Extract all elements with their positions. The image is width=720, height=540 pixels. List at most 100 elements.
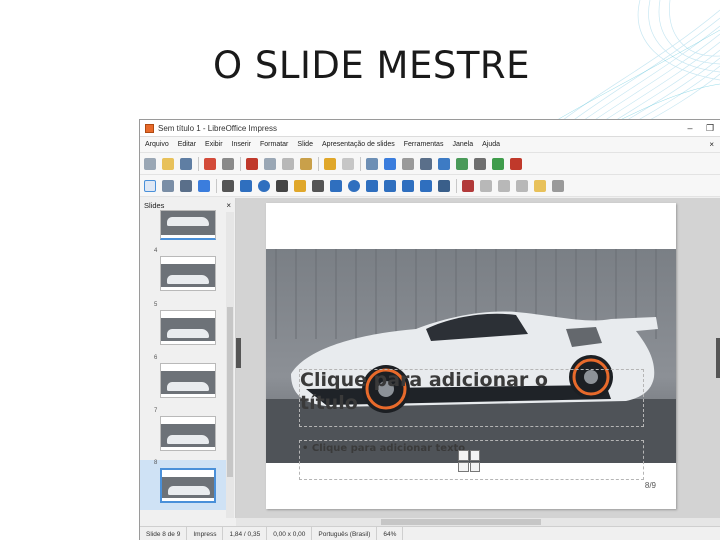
insert-table-icon[interactable] [458, 450, 469, 461]
spelling-icon[interactable] [384, 157, 396, 170]
image-icon[interactable] [438, 157, 450, 170]
copy-icon[interactable] [264, 157, 276, 170]
undo-icon[interactable] [324, 157, 336, 170]
scrollbar-thumb[interactable] [381, 519, 541, 525]
find-replace-icon[interactable] [366, 157, 378, 170]
close-panel-icon[interactable]: × [226, 201, 231, 210]
menu-tools[interactable]: Ferramentas [404, 141, 444, 148]
maximize-button[interactable]: ❐ [700, 123, 720, 134]
zoom-icon[interactable] [162, 179, 174, 192]
menu-format[interactable]: Formatar [260, 141, 288, 148]
cut-icon[interactable] [246, 157, 258, 170]
rotate-icon[interactable] [462, 179, 474, 192]
status-size: 0,00 x 0,00 [267, 527, 313, 540]
libreoffice-impress-window: Sem título 1 - LibreOffice Impress – ❐ A… [139, 119, 720, 540]
slide-thumbnail[interactable]: 4 [140, 248, 226, 298]
status-layout: Impress [187, 527, 224, 540]
line-icon[interactable] [222, 179, 234, 192]
basic-shapes-icon[interactable] [330, 179, 342, 192]
window-title: Sem título 1 - LibreOffice Impress [158, 123, 278, 133]
record-icon[interactable] [510, 157, 522, 170]
fill-color-icon[interactable] [198, 179, 210, 192]
status-language[interactable]: Português (Brasil) [312, 527, 378, 540]
status-position: 1,84 / 0,35 [223, 527, 268, 540]
arrow-line-icon[interactable] [276, 179, 288, 192]
insert-video-icon[interactable] [469, 461, 480, 472]
textbox-icon[interactable] [474, 157, 486, 170]
slide-title: O SLIDE MESTRE [213, 44, 531, 87]
block-arrows-icon[interactable] [366, 179, 378, 192]
menu-slide[interactable]: Slide [297, 141, 313, 148]
toolbar-separator [198, 156, 199, 171]
slide-number: 8/9 [644, 481, 656, 490]
toolbar-separator [318, 156, 319, 171]
insert-image-icon[interactable] [458, 461, 469, 472]
menu-view[interactable]: Exibir [205, 141, 223, 148]
insert-chart-icon[interactable] [469, 450, 480, 461]
rectangle-icon[interactable] [240, 179, 252, 192]
scrollbar-thumb[interactable] [227, 307, 233, 477]
toolbar-separator [456, 178, 457, 193]
grid-icon[interactable] [402, 157, 414, 170]
title-placeholder-text[interactable]: Clique para adicionar o título [300, 369, 600, 415]
curve-icon[interactable] [294, 179, 306, 192]
insert-object-icons[interactable] [458, 450, 480, 472]
menu-slideshow[interactable]: Apresentação de slides [322, 141, 395, 148]
ellipse-icon[interactable] [258, 179, 270, 192]
new-icon[interactable] [144, 157, 156, 170]
slide-thumbnail[interactable] [140, 198, 226, 248]
connector-icon[interactable] [312, 179, 324, 192]
collapse-sidebar-handle[interactable] [716, 338, 720, 378]
slide-thumbnail[interactable]: 6 [140, 355, 226, 405]
slide-preview [160, 310, 216, 345]
crop-icon[interactable] [552, 179, 564, 192]
slide-canvas[interactable]: Clique para adicionar o título • Clique … [266, 203, 676, 509]
sports-car-photo [266, 249, 676, 463]
clone-formatting-icon[interactable] [300, 157, 312, 170]
menu-insert[interactable]: Inserir [232, 141, 251, 148]
slide-preview [160, 416, 216, 451]
arrange-icon[interactable] [498, 179, 510, 192]
menu-file[interactable]: Arquivo [145, 141, 169, 148]
stars-icon[interactable] [420, 179, 432, 192]
media-icon[interactable] [492, 157, 504, 170]
select-arrow-icon[interactable] [144, 179, 156, 192]
table-icon[interactable] [420, 157, 432, 170]
print-icon[interactable] [222, 157, 234, 170]
slide-thumbnail-number: 7 [154, 408, 158, 414]
menu-help[interactable]: Ajuda [482, 141, 500, 148]
paste-icon[interactable] [282, 157, 294, 170]
drawing-toolbar [140, 175, 720, 197]
align-icon[interactable] [480, 179, 492, 192]
content-placeholder-text[interactable]: • Clique para adicionar texto [302, 443, 465, 454]
close-document-icon[interactable]: × [709, 140, 714, 149]
menu-window[interactable]: Janela [452, 141, 473, 148]
text-icon[interactable] [180, 179, 192, 192]
window-controls: – ❐ [680, 123, 720, 134]
export-pdf-icon[interactable] [204, 157, 216, 170]
standard-toolbar [140, 153, 720, 175]
minimize-button[interactable]: – [680, 123, 700, 134]
slide-edit-area: Clique para adicionar o título • Clique … [236, 198, 720, 518]
chart-icon[interactable] [456, 157, 468, 170]
impress-app-icon [145, 123, 154, 133]
slide-thumbnail-selected[interactable]: 8 [140, 460, 226, 510]
slide-thumbnail[interactable]: 5 [140, 302, 226, 352]
horizontal-scrollbar[interactable] [236, 518, 720, 526]
open-folder-icon[interactable] [162, 157, 174, 170]
slide-thumbnail[interactable]: 7 [140, 408, 226, 458]
save-icon[interactable] [180, 157, 192, 170]
status-bar: Slide 8 de 9 Impress 1,84 / 0,35 0,00 x … [140, 526, 720, 540]
collapse-left-panel-handle[interactable] [236, 338, 241, 368]
symbol-shapes-icon[interactable] [348, 179, 360, 192]
redo-icon[interactable] [342, 157, 354, 170]
menu-edit[interactable]: Editar [178, 141, 196, 148]
status-zoom[interactable]: 64% [377, 527, 404, 540]
3d-objects-icon[interactable] [438, 179, 450, 192]
slides-panel-scrollbar[interactable] [226, 212, 234, 518]
flowchart-icon[interactable] [384, 179, 396, 192]
shadow-icon[interactable] [534, 179, 546, 192]
callouts-icon[interactable] [402, 179, 414, 192]
presentation-slide: O SLIDE MESTRE Sem título 1 - LibreOffic… [0, 0, 720, 540]
distribute-icon[interactable] [516, 179, 528, 192]
